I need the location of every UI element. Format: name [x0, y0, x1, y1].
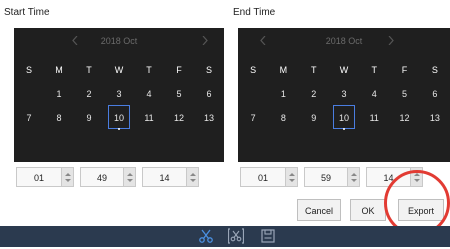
weekday-label: T — [371, 65, 378, 75]
end-hour-stepper[interactable] — [286, 167, 298, 187]
day-cell[interactable]: 7 — [238, 108, 268, 128]
day-cell[interactable]: 5 — [164, 84, 194, 104]
start-week-row: 1 2 3 4 5 6 — [14, 84, 224, 104]
day-cell[interactable]: 12 — [389, 108, 419, 128]
clip-select-icon[interactable] — [227, 228, 245, 244]
start-next-month-button[interactable] — [202, 35, 208, 48]
end-prev-month-button[interactable] — [260, 35, 266, 48]
day-cell[interactable]: 7 — [14, 108, 44, 128]
day-cell[interactable]: 9 — [74, 108, 104, 128]
start-week-row: 7 8 9 10 11 12 13 — [14, 105, 224, 130]
day-cell[interactable]: 9 — [299, 108, 329, 128]
stepper-down-icon — [127, 179, 133, 182]
start-weekday-row: S M T W T F S — [14, 60, 224, 80]
end-calendar-grid: S M T W T F S 1 2 3 4 5 6 7 8 9 10 11 12… — [238, 60, 450, 130]
save-icon[interactable] — [260, 228, 276, 244]
chevron-right-icon — [388, 35, 394, 46]
weekday-label: T — [86, 65, 92, 75]
selected-day-highlight — [332, 105, 355, 129]
stepper-down-icon — [289, 179, 295, 182]
start-time-title: Start Time — [4, 7, 50, 18]
start-time-inputs: 01 49 14 — [16, 167, 199, 189]
weekday-label: S — [250, 65, 257, 75]
start-calendar-grid: S M T W T F S 1 2 3 4 5 6 7 8 9 10 11 12… — [14, 60, 224, 130]
today-dot — [118, 128, 120, 130]
day-cell[interactable]: 2 — [299, 84, 329, 104]
stepper-up-icon — [351, 173, 357, 176]
end-week-row: 7 8 9 10 11 12 13 — [238, 105, 450, 130]
day-cell[interactable]: 3 — [329, 84, 359, 104]
weekday-label: M — [279, 65, 288, 75]
weekday-label: T — [310, 65, 317, 75]
day-cell[interactable]: 4 — [359, 84, 389, 104]
weekday-label: S — [431, 65, 438, 75]
weekday-label: F — [176, 65, 182, 75]
day-cell[interactable]: 8 — [44, 108, 74, 128]
cancel-button[interactable]: Cancel — [297, 199, 341, 221]
day-cell[interactable]: 6 — [194, 84, 224, 104]
start-second-stepper[interactable] — [187, 167, 199, 187]
end-calendar-header: 2018 Oct — [238, 35, 450, 50]
day-cell-selected[interactable]: 10 — [329, 105, 359, 130]
end-week-row: 1 2 3 4 5 6 — [238, 84, 450, 104]
start-month-label: 2018 Oct — [100, 36, 138, 46]
weekday-label: M — [55, 65, 63, 75]
scissors-icon[interactable] — [198, 228, 214, 244]
end-minute-stepper[interactable] — [348, 167, 360, 187]
day-cell[interactable]: 11 — [359, 108, 389, 128]
today-dot — [342, 128, 345, 130]
start-minute-input[interactable]: 49 — [80, 167, 124, 187]
start-second-input[interactable]: 14 — [142, 167, 187, 187]
selected-day-highlight — [108, 105, 130, 129]
start-calendar-header: 2018 Oct — [14, 35, 224, 50]
day-cell[interactable]: 13 — [420, 108, 450, 128]
weekday-label: W — [114, 65, 124, 75]
chevron-left-icon — [72, 35, 78, 46]
day-cell[interactable]: 5 — [389, 84, 419, 104]
end-minute-input[interactable]: 59 — [304, 167, 348, 187]
chevron-left-icon — [260, 35, 266, 46]
day-cell[interactable]: 2 — [74, 84, 104, 104]
start-calendar: 2018 Oct S M T W T F S 1 2 3 4 5 6 7 8 9 — [14, 28, 224, 162]
end-calendar: 2018 Oct S M T W T F S 1 2 3 4 5 6 7 8 9 — [238, 28, 450, 162]
start-minute-stepper[interactable] — [124, 167, 136, 187]
footer-toolbar — [0, 226, 450, 247]
weekday-label: T — [146, 65, 152, 75]
stepper-down-icon — [65, 179, 71, 182]
start-hour-stepper[interactable] — [62, 167, 74, 187]
end-next-month-button[interactable] — [388, 35, 394, 48]
end-month-label: 2018 Oct — [325, 36, 363, 46]
stepper-up-icon — [289, 173, 295, 176]
stepper-down-icon — [351, 179, 357, 182]
day-cell[interactable]: 11 — [134, 108, 164, 128]
stepper-up-icon — [65, 173, 71, 176]
stepper-up-icon — [190, 173, 196, 176]
day-cell[interactable]: 4 — [134, 84, 164, 104]
chevron-right-icon — [202, 35, 208, 46]
start-hour-input[interactable]: 01 — [16, 167, 62, 187]
day-cell-selected[interactable]: 10 — [104, 105, 134, 130]
day-cell[interactable]: 12 — [164, 108, 194, 128]
day-cell[interactable]: 1 — [268, 84, 298, 104]
stepper-down-icon — [190, 179, 196, 182]
day-cell[interactable]: 3 — [104, 84, 134, 104]
start-prev-month-button[interactable] — [72, 35, 78, 48]
day-cell[interactable]: 6 — [420, 84, 450, 104]
day-cell[interactable]: 13 — [194, 108, 224, 128]
ok-button[interactable]: OK — [350, 199, 386, 221]
weekday-label: F — [401, 65, 408, 75]
end-weekday-row: S M T W T F S — [238, 60, 450, 80]
weekday-label: S — [25, 65, 32, 75]
day-cell[interactable]: 1 — [44, 84, 74, 104]
end-hour-input[interactable]: 01 — [240, 167, 286, 187]
weekday-label: S — [205, 65, 212, 75]
end-time-title: End Time — [233, 7, 276, 18]
weekday-label: W — [339, 65, 349, 75]
day-cell[interactable]: 8 — [268, 108, 298, 128]
stepper-up-icon — [127, 173, 133, 176]
